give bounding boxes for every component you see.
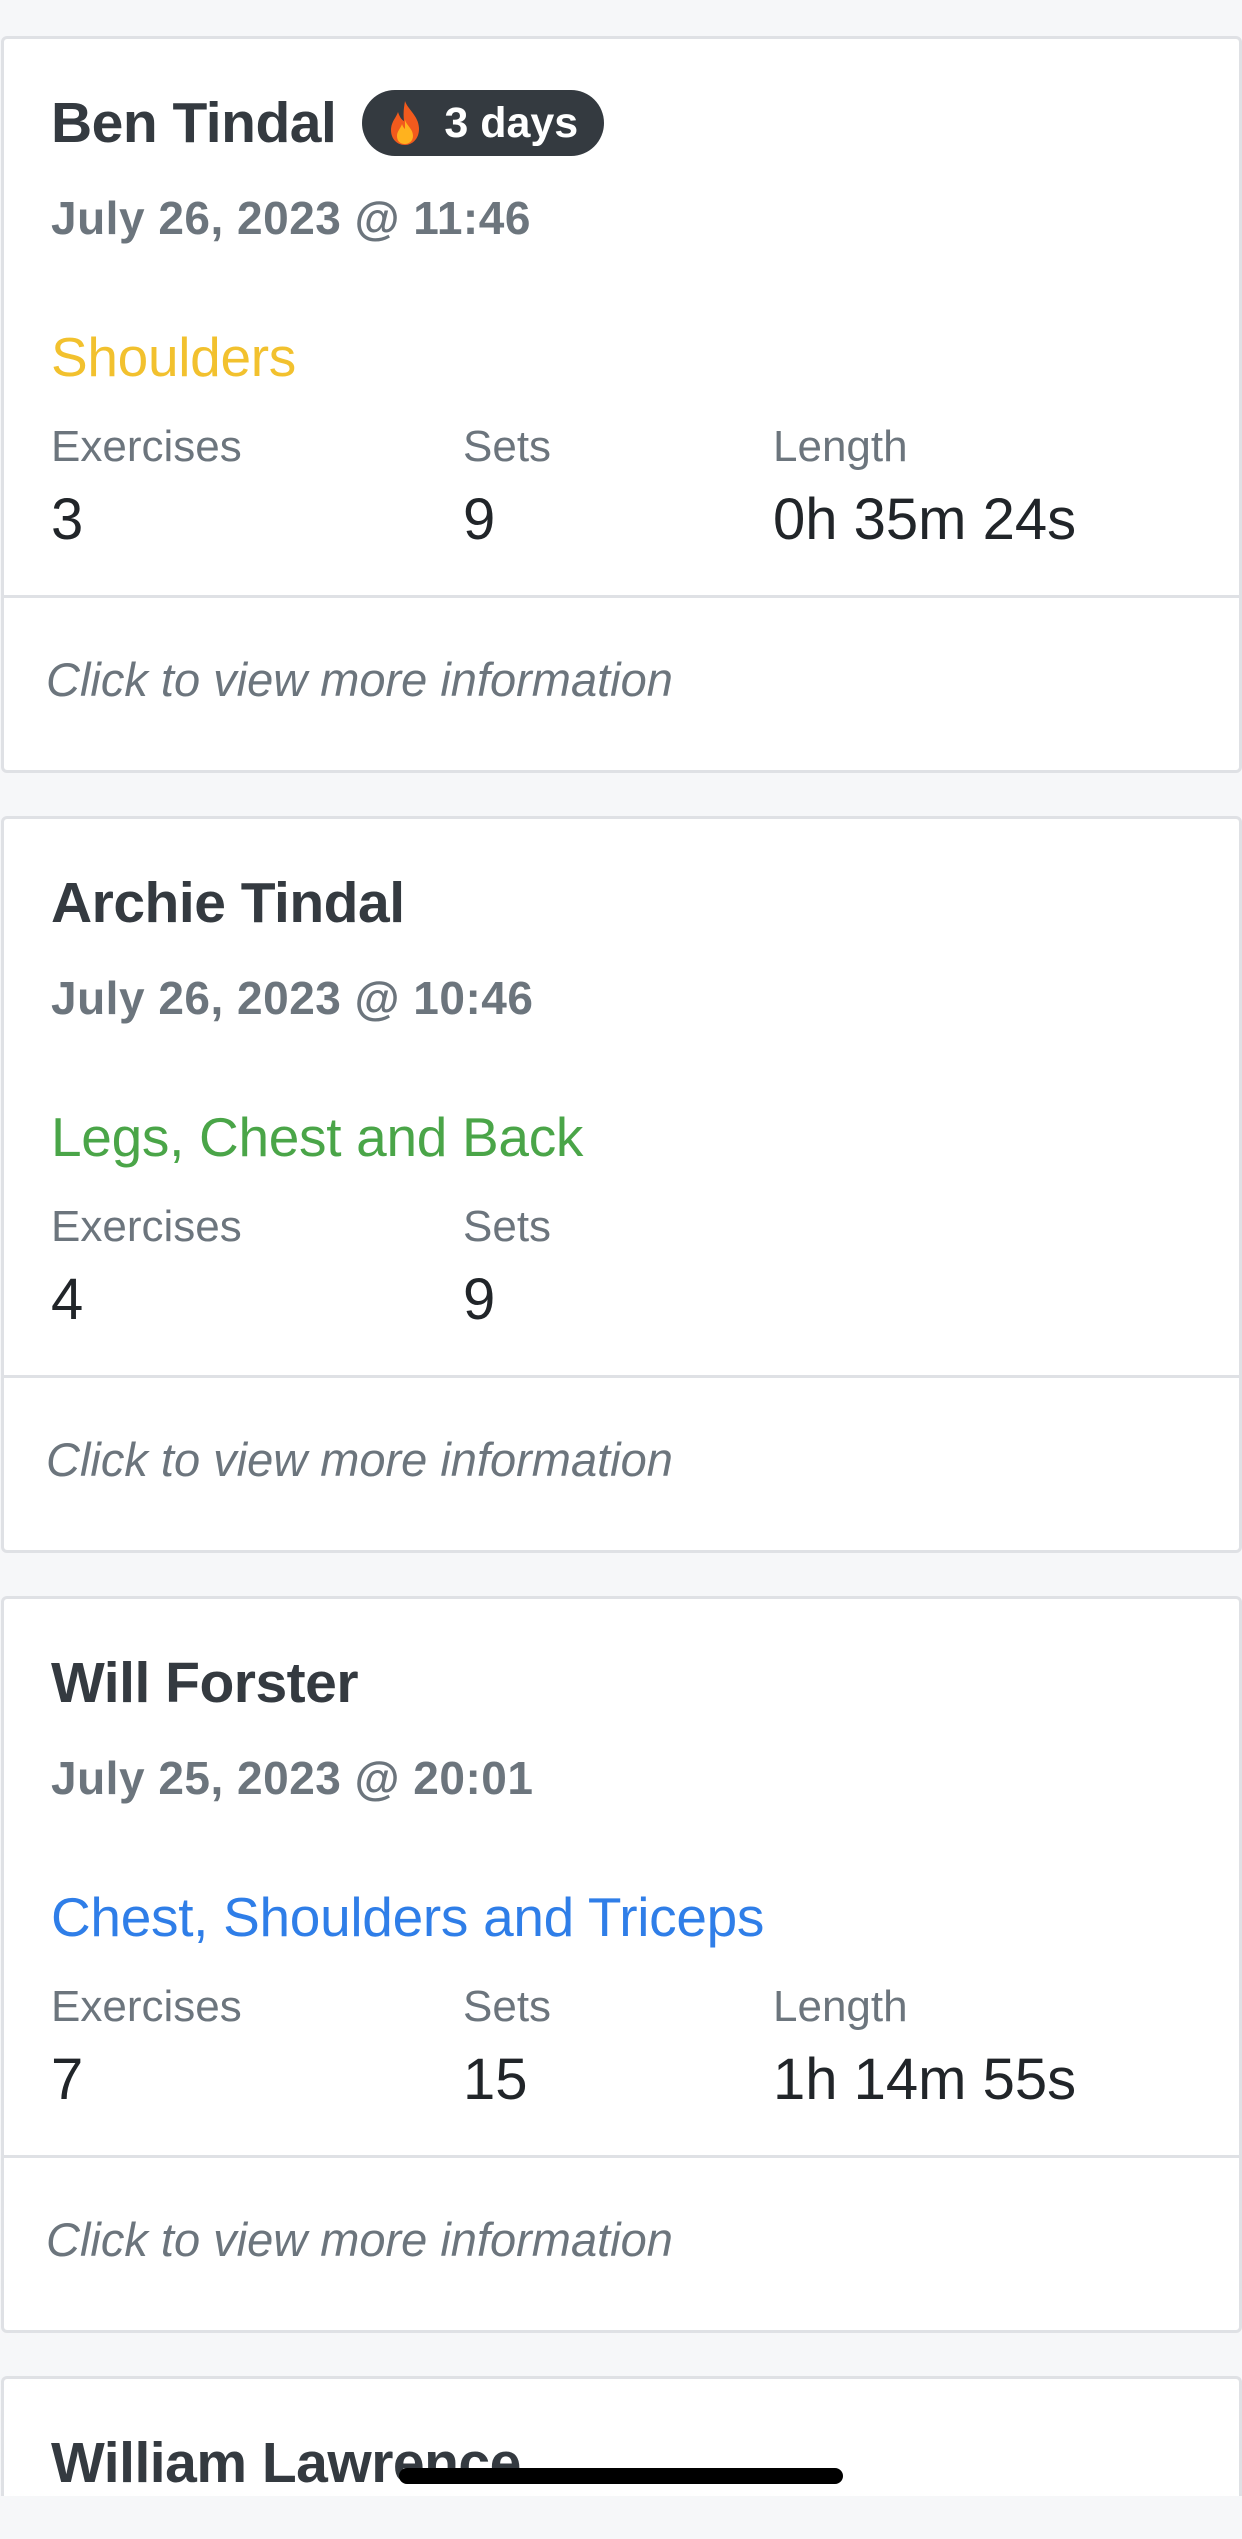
workout-card-body: Archie Tindal July 26, 2023 @ 10:46 Legs…	[4, 819, 1239, 1378]
exercises-stat: Exercises 4	[51, 1205, 242, 1329]
exercises-stat: Exercises 3	[51, 425, 242, 549]
home-indicator[interactable]	[399, 2468, 843, 2484]
length-stat: Length 1h 14m 55s	[773, 1985, 1076, 2109]
length-value: 1h 14m 55s	[773, 2047, 1077, 2112]
workout-stats: Exercises 3 Sets 9 Length 0h 35m 24s	[51, 425, 1239, 565]
sets-stat: Sets 9	[463, 1205, 551, 1329]
workout-stats: Exercises 7 Sets 15 Length 1h 14m 55s	[51, 1985, 1239, 2125]
streak-text: 3 days	[444, 98, 579, 147]
streak-badge: 3 days	[362, 90, 605, 156]
length-label: Length	[773, 1982, 908, 2031]
workout-card[interactable]: Archie Tindal July 26, 2023 @ 10:46 Legs…	[1, 816, 1242, 1553]
workout-header: Will Forster	[51, 1647, 359, 1719]
exercises-stat: Exercises 7	[51, 1985, 242, 2109]
workout-header: Archie Tindal	[51, 867, 405, 939]
sets-value: 9	[463, 487, 496, 552]
view-more-link[interactable]: Click to view more information	[46, 1432, 673, 1487]
user-name: Archie Tindal	[51, 871, 405, 935]
sets-label: Sets	[463, 1982, 552, 2031]
sets-value: 9	[463, 1267, 496, 1332]
flame-icon	[388, 100, 422, 146]
exercises-value: 4	[51, 1267, 84, 1332]
view-more-link[interactable]: Click to view more information	[46, 652, 673, 707]
sets-label: Sets	[463, 422, 552, 471]
workout-card[interactable]: Will Forster July 25, 2023 @ 20:01 Chest…	[1, 1596, 1242, 2333]
workout-feed: Ben Tindal 3 days July 26, 2023 @ 11:46 …	[0, 36, 1242, 2539]
length-value: 0h 35m 24s	[773, 487, 1077, 552]
sets-label: Sets	[463, 1202, 552, 1251]
exercises-label: Exercises	[51, 1202, 242, 1251]
workout-stats: Exercises 4 Sets 9	[51, 1205, 1239, 1345]
workout-header: Ben Tindal 3 days	[51, 87, 605, 159]
view-more-link[interactable]: Click to view more information	[46, 2212, 673, 2267]
muscle-groups: Shoulders	[51, 326, 296, 388]
user-name: Ben Tindal	[51, 91, 337, 155]
card-footer[interactable]: Click to view more information	[4, 598, 1239, 770]
card-footer[interactable]: Click to view more information	[4, 2158, 1239, 2330]
sets-value: 15	[463, 2047, 528, 2112]
workout-date: July 25, 2023 @ 20:01	[51, 1752, 534, 1804]
length-label: Length	[773, 422, 908, 471]
exercises-label: Exercises	[51, 1982, 242, 2031]
muscle-groups: Legs, Chest and Back	[51, 1106, 584, 1168]
workout-card-body: Ben Tindal 3 days July 26, 2023 @ 11:46 …	[4, 39, 1239, 598]
workout-date: July 26, 2023 @ 11:46	[51, 192, 531, 244]
workout-card[interactable]: Ben Tindal 3 days July 26, 2023 @ 11:46 …	[1, 36, 1242, 773]
muscle-groups: Chest, Shoulders and Triceps	[51, 1886, 765, 1948]
user-name: Will Forster	[51, 1651, 359, 1715]
workout-card-body: Will Forster July 25, 2023 @ 20:01 Chest…	[4, 1599, 1239, 2158]
exercises-value: 7	[51, 2047, 84, 2112]
exercises-label: Exercises	[51, 422, 242, 471]
workout-header: William Lawrence	[51, 2427, 521, 2499]
sets-stat: Sets 15	[463, 1985, 551, 2109]
exercises-value: 3	[51, 487, 84, 552]
sets-stat: Sets 9	[463, 425, 551, 549]
user-name: William Lawrence	[51, 2431, 521, 2495]
workout-date: July 26, 2023 @ 10:46	[51, 972, 534, 1024]
card-footer[interactable]: Click to view more information	[4, 1378, 1239, 1550]
length-stat: Length 0h 35m 24s	[773, 425, 1076, 549]
